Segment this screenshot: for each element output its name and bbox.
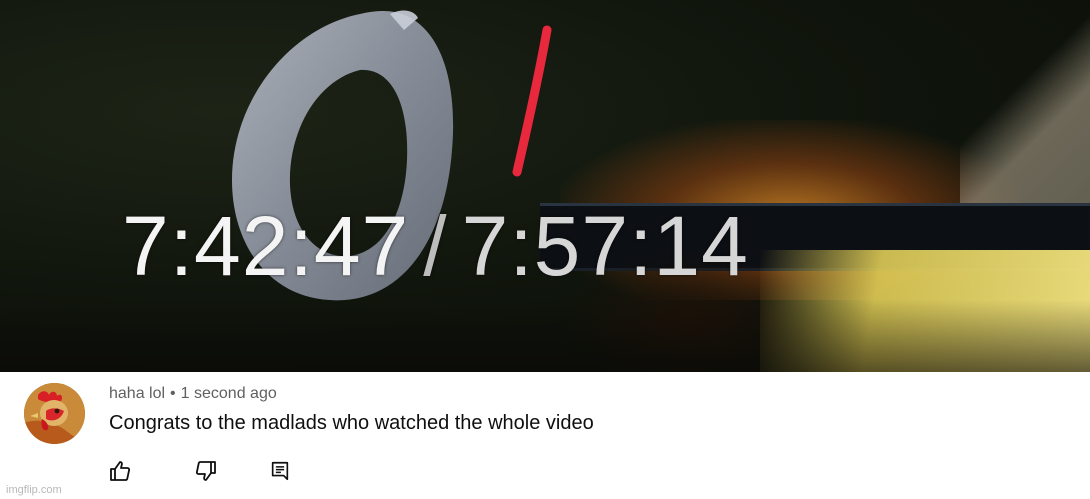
background-light bbox=[960, 0, 1090, 220]
thumbs-up-icon bbox=[110, 461, 131, 481]
comment: haha lol • 1 second ago Congrats to the ma… bbox=[0, 372, 1090, 499]
like-button[interactable] bbox=[107, 458, 133, 484]
volume-ring-icon bbox=[232, 10, 454, 301]
dislike-button[interactable] bbox=[193, 458, 219, 484]
imgflip-watermark: imgflip.com bbox=[6, 484, 62, 496]
video-frame: 7:42:47/7:57:14 bbox=[0, 0, 1090, 372]
comment-icon bbox=[271, 461, 289, 481]
comment-author[interactable]: haha lol bbox=[109, 385, 165, 402]
rooster-avatar-icon[interactable] bbox=[24, 383, 85, 444]
time-display: 7:42:47/7:57:14 bbox=[122, 196, 749, 296]
reply-button[interactable] bbox=[267, 458, 293, 484]
meta-separator: • bbox=[170, 385, 176, 402]
comment-meta: haha lol • 1 second ago bbox=[109, 384, 277, 404]
total-duration: 7:57:14 bbox=[461, 199, 749, 293]
thumbs-down-icon bbox=[195, 461, 216, 481]
comment-timestamp[interactable]: 1 second ago bbox=[181, 385, 277, 402]
comment-text: Congrats to the madlads who watched the … bbox=[109, 412, 594, 434]
current-time: 7:42:47 bbox=[122, 199, 410, 293]
red-annotation-mark bbox=[512, 25, 552, 177]
time-separator: / bbox=[423, 199, 448, 293]
